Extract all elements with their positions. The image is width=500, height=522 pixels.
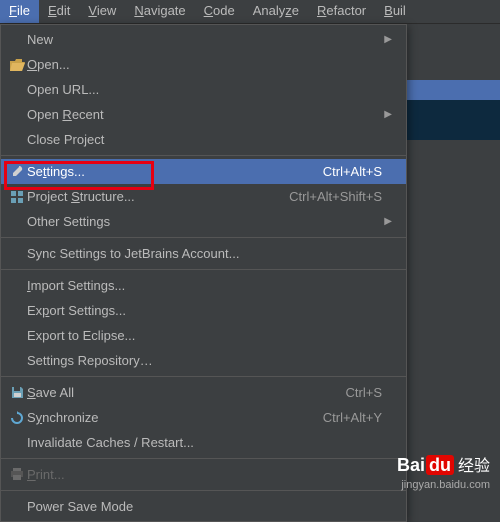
menu-code[interactable]: Code: [195, 0, 244, 23]
menu-separator: [1, 269, 406, 270]
submenu-arrow-icon: ▶: [382, 216, 392, 227]
menu-export-eclipse[interactable]: Export to Eclipse...: [1, 323, 406, 348]
menu-close-project[interactable]: Close Project: [1, 127, 406, 152]
menu-separator: [1, 376, 406, 377]
menu-analyze[interactable]: Analyze: [244, 0, 308, 23]
wrench-icon: [7, 165, 27, 179]
menu-print-label: Print...: [27, 467, 382, 482]
menu-open-label: Open...: [27, 57, 382, 72]
menu-settings[interactable]: Settings... Ctrl+Alt+S: [1, 159, 406, 184]
menu-open-url-label: Open URL...: [27, 82, 382, 97]
file-dropdown: New ▶ Open... Open URL... Open Recent ▶ …: [0, 24, 407, 522]
menu-sync-settings[interactable]: Sync Settings to JetBrains Account...: [1, 241, 406, 266]
menubar: File Edit View Navigate Code Analyze Ref…: [0, 0, 500, 24]
menu-file[interactable]: File: [0, 0, 39, 23]
menu-export-eclipse-label: Export to Eclipse...: [27, 328, 382, 343]
menu-close-project-label: Close Project: [27, 132, 382, 147]
menu-print[interactable]: Print...: [1, 462, 406, 487]
menu-navigate[interactable]: Navigate: [125, 0, 194, 23]
project-structure-icon: [7, 190, 27, 204]
menu-settings-label: Settings...: [27, 164, 303, 179]
menu-new-label: New: [27, 32, 382, 47]
menu-import-settings-label: Import Settings...: [27, 278, 382, 293]
menu-power-save-label: Power Save Mode: [27, 499, 382, 514]
watermark: Baidu经验 jingyan.baidu.com: [397, 454, 490, 492]
menu-project-structure[interactable]: Project Structure... Ctrl+Alt+Shift+S: [1, 184, 406, 209]
watermark-url: jingyan.baidu.com: [397, 478, 490, 492]
menu-project-structure-shortcut: Ctrl+Alt+Shift+S: [289, 189, 382, 204]
menu-export-settings-label: Export Settings...: [27, 303, 382, 318]
menu-export-settings[interactable]: Export Settings...: [1, 298, 406, 323]
menu-separator: [1, 237, 406, 238]
menu-other-settings-label: Other Settings: [27, 214, 382, 229]
menu-refactor[interactable]: Refactor: [308, 0, 375, 23]
menu-synchronize-shortcut: Ctrl+Alt+Y: [323, 410, 382, 425]
menu-save-all[interactable]: Save All Ctrl+S: [1, 380, 406, 405]
menu-view[interactable]: View: [79, 0, 125, 23]
menu-other-settings[interactable]: Other Settings ▶: [1, 209, 406, 234]
menu-project-structure-label: Project Structure...: [27, 189, 269, 204]
menu-invalidate-caches-label: Invalidate Caches / Restart...: [27, 435, 382, 450]
menu-separator: [1, 458, 406, 459]
menu-open-url[interactable]: Open URL...: [1, 77, 406, 102]
menu-import-settings[interactable]: Import Settings...: [1, 273, 406, 298]
menu-open-recent[interactable]: Open Recent ▶: [1, 102, 406, 127]
menu-edit[interactable]: Edit: [39, 0, 79, 23]
menu-power-save[interactable]: Power Save Mode: [1, 494, 406, 519]
menu-save-all-shortcut: Ctrl+S: [346, 385, 382, 400]
menu-settings-shortcut: Ctrl+Alt+S: [323, 164, 382, 179]
menu-separator: [1, 490, 406, 491]
menu-settings-repo-label: Settings Repository…: [27, 353, 382, 368]
menu-sync-settings-label: Sync Settings to JetBrains Account...: [27, 246, 382, 261]
print-icon: [7, 468, 27, 481]
save-icon: [7, 386, 27, 399]
sync-icon: [7, 411, 27, 425]
folder-open-icon: [7, 59, 27, 71]
menu-build[interactable]: Buil: [375, 0, 415, 23]
menu-new[interactable]: New ▶: [1, 27, 406, 52]
menu-invalidate-caches[interactable]: Invalidate Caches / Restart...: [1, 430, 406, 455]
menu-synchronize-label: Synchronize: [27, 410, 303, 425]
menu-separator: [1, 155, 406, 156]
submenu-arrow-icon: ▶: [382, 109, 392, 120]
menu-settings-repo[interactable]: Settings Repository…: [1, 348, 406, 373]
menu-open[interactable]: Open...: [1, 52, 406, 77]
menu-open-recent-label: Open Recent: [27, 107, 382, 122]
menu-save-all-label: Save All: [27, 385, 326, 400]
menu-synchronize[interactable]: Synchronize Ctrl+Alt+Y: [1, 405, 406, 430]
submenu-arrow-icon: ▶: [382, 34, 392, 45]
